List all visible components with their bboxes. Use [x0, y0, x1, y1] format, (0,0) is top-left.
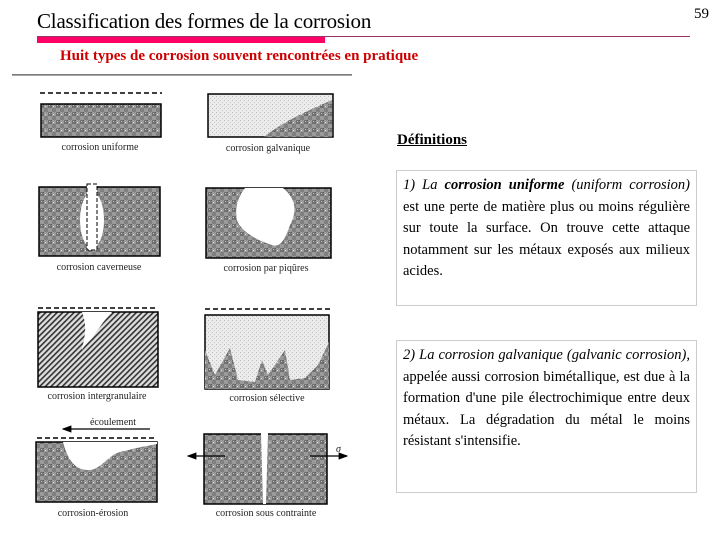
def2-text: appelée aussi corrosion bimétallique, es…: [403, 368, 690, 450]
panel-galvanic-corrosion: corrosion galvanique: [207, 93, 334, 154]
caption-caverneuse: corrosion caverneuse: [57, 262, 142, 273]
panel-stress-corrosion: σ corrosion sous contrainte: [186, 433, 349, 519]
def1-term: corrosion uniforme: [444, 177, 565, 193]
panel-uniform-corrosion: corrosion uniforme: [40, 92, 162, 153]
corrosion-types-figure: corrosion uniforme corrosion galvanique …: [35, 92, 349, 519]
caption-selective: corrosion sélective: [229, 393, 305, 404]
slide-subtitle: Huit types de corrosion souvent rencontr…: [60, 48, 419, 64]
panel-selective-corrosion: corrosion sélective: [204, 308, 330, 404]
caption-intergranulaire: corrosion intergranulaire: [48, 391, 148, 402]
panel-intergranular-corrosion: corrosion intergranulaire: [37, 307, 159, 402]
panel-erosion-corrosion: écoulement corrosion-érosion: [35, 417, 158, 519]
caption-uniforme: corrosion uniforme: [62, 142, 139, 153]
caption-contrainte: corrosion sous contrainte: [216, 508, 317, 519]
def1-english: (uniform corrosion): [564, 177, 690, 193]
caption-galvanique: corrosion galvanique: [226, 143, 311, 154]
definition-uniform-corrosion: 1) La corrosion uniforme (uniform corros…: [396, 170, 697, 306]
panel-pitting-corrosion: corrosion par piqûres: [205, 187, 332, 274]
def1-text: est une perte de matière plus ou moins r…: [403, 198, 690, 280]
caption-piqures: corrosion par piqûres: [224, 263, 309, 274]
def1-prefix: 1) La: [403, 177, 445, 193]
flow-label: écoulement: [90, 417, 136, 428]
def2-prefix: 2) La corrosion galvanique (galvanic cor…: [403, 347, 690, 363]
slide-title: Classification des formes de la corrosio…: [37, 9, 372, 33]
title-accent-bar: [37, 37, 325, 43]
definition-galvanic-corrosion: 2) La corrosion galvanique (galvanic cor…: [396, 340, 697, 493]
divider: [12, 74, 352, 76]
panel-crevice-corrosion: corrosion caverneuse: [38, 183, 161, 273]
caption-erosion: corrosion-érosion: [58, 508, 129, 519]
stress-symbol: σ: [336, 444, 342, 455]
definitions-title: Définitions: [397, 132, 468, 148]
page-number: 59: [694, 6, 709, 22]
